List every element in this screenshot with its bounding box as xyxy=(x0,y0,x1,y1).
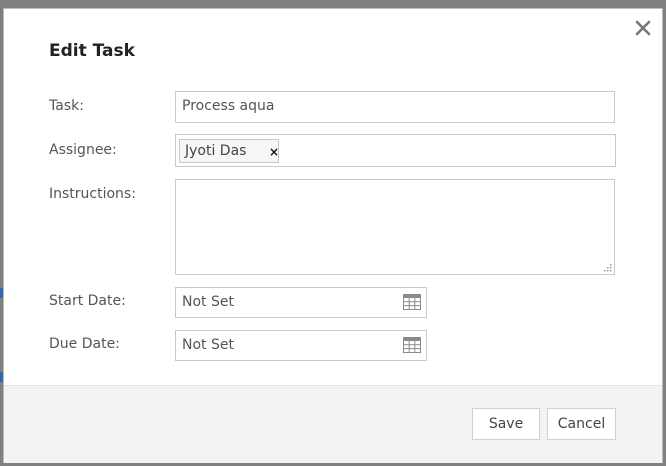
start-date-value: Not Set xyxy=(182,294,234,310)
task-input[interactable]: Process aqua xyxy=(175,91,615,123)
due-date-value: Not Set xyxy=(182,337,234,353)
start-date-label: Start Date: xyxy=(49,293,126,309)
calendar-icon[interactable] xyxy=(403,337,421,353)
assignee-input[interactable]: Jyoti Das × xyxy=(175,134,616,167)
save-button[interactable]: Save xyxy=(472,408,540,440)
remove-token-icon[interactable]: × xyxy=(269,145,279,159)
assignee-token-name: Jyoti Das xyxy=(185,143,247,159)
task-input-value: Process aqua xyxy=(182,98,275,114)
assignee-token: Jyoti Das × xyxy=(179,139,279,163)
dialog-footer: Save Cancel xyxy=(4,385,662,463)
instructions-textarea[interactable] xyxy=(175,179,615,275)
edit-task-dialog: Edit Task Task: Process aqua Assignee: J… xyxy=(3,8,663,463)
close-icon[interactable] xyxy=(634,19,652,37)
instructions-label: Instructions: xyxy=(49,186,136,202)
dialog-title: Edit Task xyxy=(49,41,135,61)
start-date-input[interactable]: Not Set xyxy=(175,287,427,318)
calendar-icon[interactable] xyxy=(403,294,421,310)
cancel-button[interactable]: Cancel xyxy=(547,408,616,440)
due-date-input[interactable]: Not Set xyxy=(175,330,427,361)
resize-handle-icon[interactable] xyxy=(602,262,612,272)
task-label: Task: xyxy=(49,98,84,114)
assignee-label: Assignee: xyxy=(49,142,117,158)
due-date-label: Due Date: xyxy=(49,336,120,352)
